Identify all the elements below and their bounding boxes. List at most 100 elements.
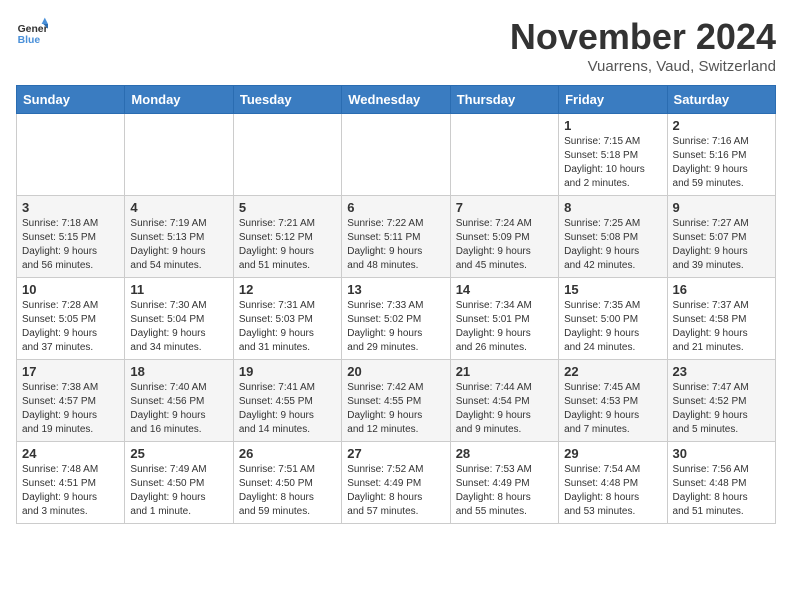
calendar-cell: 17 Sunrise: 7:38 AM Sunset: 4:57 PM Dayli… [17, 360, 125, 442]
day-info: Sunrise: 7:38 AM Sunset: 4:57 PM Dayligh… [22, 381, 119, 437]
weekday-header-cell: Wednesday [342, 86, 450, 114]
day-info: Sunrise: 7:27 AM Sunset: 5:07 PM Dayligh… [673, 217, 770, 273]
day-info: Sunrise: 7:24 AM Sunset: 5:09 PM Dayligh… [456, 217, 553, 273]
day-info: Sunrise: 7:31 AM Sunset: 5:03 PM Dayligh… [239, 299, 336, 355]
calendar-cell: 11 Sunrise: 7:30 AM Sunset: 5:04 PM Dayli… [125, 278, 233, 360]
calendar-cell: 29 Sunrise: 7:54 AM Sunset: 4:48 PM Dayli… [559, 442, 667, 524]
calendar-cell: 15Sunrise: 7:35 AM Sunset: 5:00 PM Dayli… [559, 278, 667, 360]
day-number: 24 [22, 446, 119, 461]
day-info: Sunrise: 7:34 AM Sunset: 5:01 PM Dayligh… [456, 299, 553, 355]
day-info: Sunrise: 7:40 AM Sunset: 4:56 PM Dayligh… [130, 381, 227, 437]
calendar-cell [233, 114, 341, 196]
calendar-cell: 8 Sunrise: 7:25 AM Sunset: 5:08 PM Daylig… [559, 196, 667, 278]
title-block: November 2024 Vuarrens, Vaud, Switzerlan… [510, 16, 776, 75]
day-info: Sunrise: 7:21 AM Sunset: 5:12 PM Dayligh… [239, 217, 336, 273]
calendar-cell: 5 Sunrise: 7:21 AM Sunset: 5:12 PM Daylig… [233, 196, 341, 278]
day-info: Sunrise: 7:45 AM Sunset: 4:53 PM Dayligh… [564, 381, 661, 437]
calendar-cell [342, 114, 450, 196]
calendar-cell: 30 Sunrise: 7:56 AM Sunset: 4:48 PM Dayli… [667, 442, 775, 524]
day-number: 8 [564, 200, 661, 215]
day-info: Sunrise: 7:30 AM Sunset: 5:04 PM Dayligh… [130, 299, 227, 355]
day-number: 7 [456, 200, 553, 215]
day-info: Sunrise: 7:33 AM Sunset: 5:02 PM Dayligh… [347, 299, 444, 355]
calendar-cell: 7 Sunrise: 7:24 AM Sunset: 5:09 PM Daylig… [450, 196, 558, 278]
weekday-header-row: SundayMondayTuesdayWednesdayThursdayFrid… [17, 86, 776, 114]
day-number: 3 [22, 200, 119, 215]
weekday-header-cell: Sunday [17, 86, 125, 114]
day-info: Sunrise: 7:52 AM Sunset: 4:49 PM Dayligh… [347, 463, 444, 519]
day-info: Sunrise: 7:41 AM Sunset: 4:55 PM Dayligh… [239, 381, 336, 437]
day-info: Sunrise: 7:54 AM Sunset: 4:48 PM Dayligh… [564, 463, 661, 519]
calendar-week-row: 10 Sunrise: 7:28 AM Sunset: 5:05 PM Dayli… [17, 278, 776, 360]
calendar-cell: 6Sunrise: 7:22 AM Sunset: 5:11 PM Daylig… [342, 196, 450, 278]
page-header: General Blue November 2024 Vuarrens, Vau… [16, 16, 776, 75]
day-number: 1 [564, 118, 661, 133]
svg-text:General: General [18, 24, 48, 35]
calendar-cell: 26Sunrise: 7:51 AM Sunset: 4:50 PM Dayli… [233, 442, 341, 524]
day-info: Sunrise: 7:56 AM Sunset: 4:48 PM Dayligh… [673, 463, 770, 519]
day-number: 21 [456, 364, 553, 379]
day-info: Sunrise: 7:25 AM Sunset: 5:08 PM Dayligh… [564, 217, 661, 273]
day-info: Sunrise: 7:22 AM Sunset: 5:11 PM Dayligh… [347, 217, 444, 273]
calendar-cell: 27 Sunrise: 7:52 AM Sunset: 4:49 PM Dayli… [342, 442, 450, 524]
day-number: 29 [564, 446, 661, 461]
day-number: 13 [347, 282, 444, 297]
calendar-cell: 23 Sunrise: 7:47 AM Sunset: 4:52 PM Dayli… [667, 360, 775, 442]
calendar-cell: 12 Sunrise: 7:31 AM Sunset: 5:03 PM Dayli… [233, 278, 341, 360]
day-number: 4 [130, 200, 227, 215]
day-number: 28 [456, 446, 553, 461]
calendar-cell: 10 Sunrise: 7:28 AM Sunset: 5:05 PM Dayli… [17, 278, 125, 360]
weekday-header-cell: Saturday [667, 86, 775, 114]
calendar-body: 1 Sunrise: 7:15 AM Sunset: 5:18 PM Daylig… [17, 114, 776, 524]
calendar-cell: 21Sunrise: 7:44 AM Sunset: 4:54 PM Dayli… [450, 360, 558, 442]
day-number: 17 [22, 364, 119, 379]
day-info: Sunrise: 7:28 AM Sunset: 5:05 PM Dayligh… [22, 299, 119, 355]
calendar-cell: 28 Sunrise: 7:53 AM Sunset: 4:49 PM Dayli… [450, 442, 558, 524]
day-number: 5 [239, 200, 336, 215]
day-info: Sunrise: 7:53 AM Sunset: 4:49 PM Dayligh… [456, 463, 553, 519]
month-title: November 2024 [510, 16, 776, 58]
calendar-cell: 2 Sunrise: 7:16 AM Sunset: 5:16 PM Daylig… [667, 114, 775, 196]
day-number: 15 [564, 282, 661, 297]
day-number: 14 [456, 282, 553, 297]
day-number: 16 [673, 282, 770, 297]
day-info: Sunrise: 7:19 AM Sunset: 5:13 PM Dayligh… [130, 217, 227, 273]
calendar-cell: 18Sunrise: 7:40 AM Sunset: 4:56 PM Dayli… [125, 360, 233, 442]
weekday-header-cell: Monday [125, 86, 233, 114]
day-info: Sunrise: 7:42 AM Sunset: 4:55 PM Dayligh… [347, 381, 444, 437]
svg-text:Blue: Blue [18, 35, 41, 46]
day-number: 26 [239, 446, 336, 461]
day-number: 20 [347, 364, 444, 379]
day-info: Sunrise: 7:16 AM Sunset: 5:16 PM Dayligh… [673, 135, 770, 191]
calendar-cell: 4 Sunrise: 7:19 AM Sunset: 5:13 PM Daylig… [125, 196, 233, 278]
day-number: 25 [130, 446, 227, 461]
location: Vuarrens, Vaud, Switzerland [510, 58, 776, 75]
day-number: 12 [239, 282, 336, 297]
day-number: 2 [673, 118, 770, 133]
logo: General Blue [16, 16, 48, 48]
calendar-cell: 9 Sunrise: 7:27 AM Sunset: 5:07 PM Daylig… [667, 196, 775, 278]
day-number: 10 [22, 282, 119, 297]
day-number: 30 [673, 446, 770, 461]
calendar-cell: 13 Sunrise: 7:33 AM Sunset: 5:02 PM Dayli… [342, 278, 450, 360]
calendar-week-row: 24Sunrise: 7:48 AM Sunset: 4:51 PM Dayli… [17, 442, 776, 524]
day-info: Sunrise: 7:47 AM Sunset: 4:52 PM Dayligh… [673, 381, 770, 437]
calendar-cell: 14 Sunrise: 7:34 AM Sunset: 5:01 PM Dayli… [450, 278, 558, 360]
day-number: 22 [564, 364, 661, 379]
day-number: 27 [347, 446, 444, 461]
day-number: 9 [673, 200, 770, 215]
day-info: Sunrise: 7:37 AM Sunset: 4:58 PM Dayligh… [673, 299, 770, 355]
weekday-header-cell: Tuesday [233, 86, 341, 114]
calendar-cell: 19 Sunrise: 7:41 AM Sunset: 4:55 PM Dayli… [233, 360, 341, 442]
calendar-cell: 24Sunrise: 7:48 AM Sunset: 4:51 PM Dayli… [17, 442, 125, 524]
day-number: 19 [239, 364, 336, 379]
day-info: Sunrise: 7:15 AM Sunset: 5:18 PM Dayligh… [564, 135, 661, 191]
calendar: SundayMondayTuesdayWednesdayThursdayFrid… [16, 85, 776, 524]
calendar-cell: 16 Sunrise: 7:37 AM Sunset: 4:58 PM Dayli… [667, 278, 775, 360]
day-info: Sunrise: 7:49 AM Sunset: 4:50 PM Dayligh… [130, 463, 227, 519]
calendar-cell [17, 114, 125, 196]
calendar-cell: 1 Sunrise: 7:15 AM Sunset: 5:18 PM Daylig… [559, 114, 667, 196]
day-number: 11 [130, 282, 227, 297]
logo-icon: General Blue [16, 16, 48, 48]
day-number: 23 [673, 364, 770, 379]
